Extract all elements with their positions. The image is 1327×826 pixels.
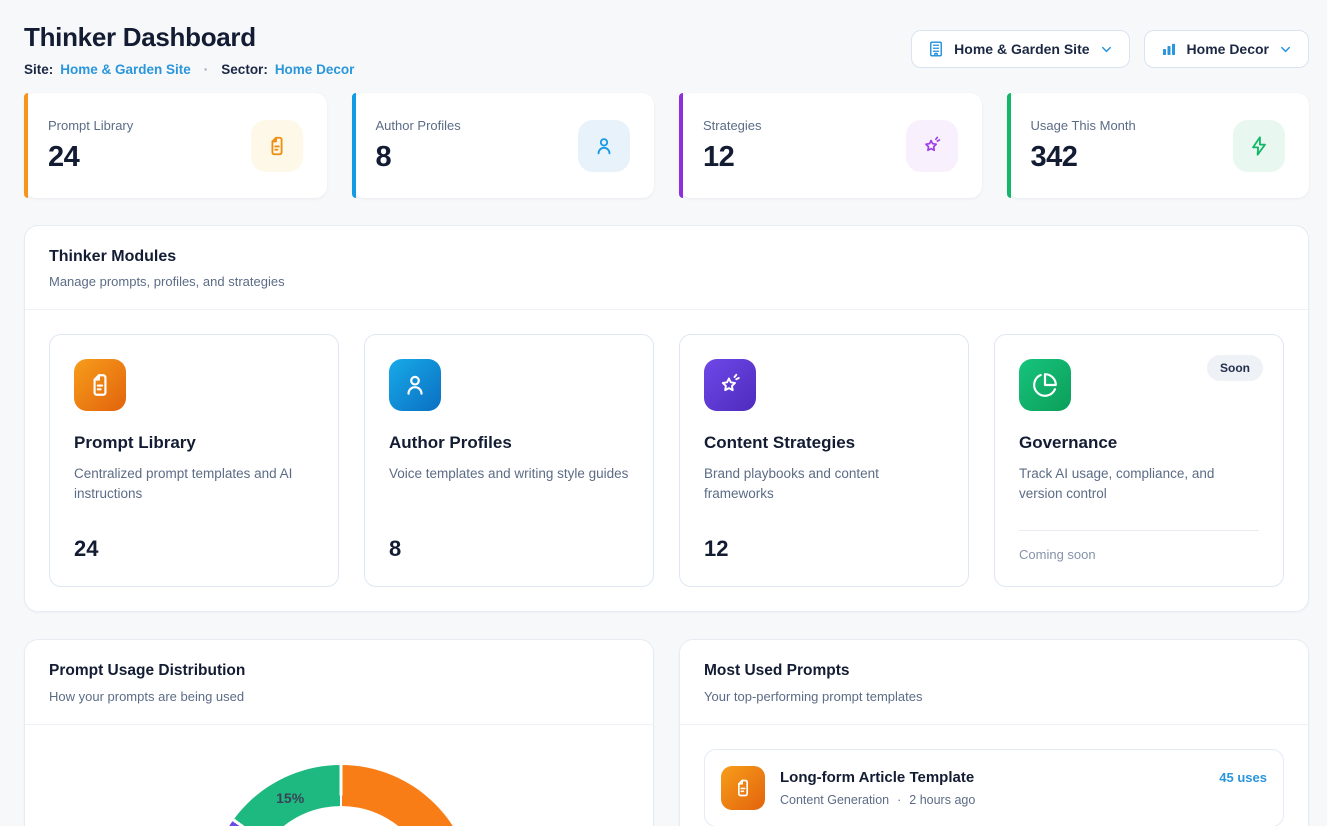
sparkle-star-icon — [906, 120, 958, 172]
prompts-panel-header: Most Used Prompts Your top-performing pr… — [680, 640, 1308, 725]
stat-card-prompt-library: Prompt Library 24 — [24, 93, 327, 198]
stat-value: 8 — [376, 141, 461, 174]
module-card-prompt-library[interactable]: Prompt Library Centralized prompt templa… — [49, 334, 339, 587]
stat-label: Prompt Library — [48, 118, 133, 133]
module-card-governance[interactable]: Soon Governance Track AI usage, complian… — [994, 334, 1284, 587]
module-description: Centralized prompt templates and AI inst… — [74, 464, 314, 505]
document-icon — [721, 766, 765, 810]
document-icon — [74, 359, 126, 411]
module-title: Governance — [1019, 433, 1259, 453]
stat-label: Author Profiles — [376, 118, 461, 133]
user-icon — [389, 359, 441, 411]
usage-panel-header: Prompt Usage Distribution How your promp… — [25, 640, 653, 725]
stats-row: Prompt Library 24 Author Profiles 8 Stra… — [24, 93, 1309, 198]
prompt-time: 2 hours ago — [909, 793, 975, 807]
most-used-prompts-panel: Most Used Prompts Your top-performing pr… — [679, 639, 1309, 826]
site-link[interactable]: Home & Garden Site — [60, 62, 191, 77]
donut-chart-area: 15% — [25, 725, 653, 826]
document-icon — [251, 120, 303, 172]
usage-panel-title: Prompt Usage Distribution — [49, 662, 629, 680]
module-title: Author Profiles — [389, 433, 629, 453]
prompts-panel-subtitle: Your top-performing prompt templates — [704, 689, 1284, 704]
header-actions: Home & Garden Site Home Decor — [911, 30, 1309, 68]
sparkle-star-icon — [704, 359, 756, 411]
prompt-list-item[interactable]: Long-form Article Template Content Gener… — [704, 749, 1284, 826]
sector-label: Sector: — [221, 62, 268, 77]
site-label: Site: — [24, 62, 53, 77]
divider — [1019, 530, 1259, 531]
prompt-usage-panel: Prompt Usage Distribution How your promp… — [24, 639, 654, 826]
prompt-title: Long-form Article Template — [780, 769, 1204, 786]
donut-hole — [249, 806, 433, 826]
stat-label: Strategies — [703, 118, 762, 133]
sector-selector-label: Home Decor — [1187, 41, 1269, 57]
modules-subtitle: Manage prompts, profiles, and strategies — [49, 274, 1284, 289]
stat-label: Usage This Month — [1031, 118, 1136, 133]
thinker-modules-section: Thinker Modules Manage prompts, profiles… — [24, 225, 1309, 612]
site-selector-button[interactable]: Home & Garden Site — [911, 30, 1129, 68]
chevron-down-icon — [1099, 42, 1114, 57]
bottom-row: Prompt Usage Distribution How your promp… — [24, 639, 1309, 826]
user-icon — [578, 120, 630, 172]
chevron-down-icon — [1278, 42, 1293, 57]
dashboard-page: Thinker Dashboard Site: Home & Garden Si… — [0, 0, 1327, 826]
stat-value: 12 — [703, 141, 762, 174]
donut-chart: 15% — [208, 765, 474, 826]
module-count: 24 — [74, 536, 314, 562]
module-card-author-profiles[interactable]: Author Profiles Voice templates and writ… — [364, 334, 654, 587]
sector-selector-button[interactable]: Home Decor — [1144, 30, 1309, 68]
page-title: Thinker Dashboard — [24, 22, 354, 53]
stat-card-strategies: Strategies 12 — [679, 93, 982, 198]
stat-value: 342 — [1031, 141, 1136, 174]
modules-title: Thinker Modules — [49, 248, 1284, 266]
stat-card-author-profiles: Author Profiles 8 — [352, 93, 655, 198]
module-title: Prompt Library — [74, 433, 314, 453]
module-title: Content Strategies — [704, 433, 944, 453]
bar-chart-icon — [1160, 40, 1178, 58]
modules-header: Thinker Modules Manage prompts, profiles… — [25, 226, 1308, 310]
stat-card-usage: Usage This Month 342 — [1007, 93, 1310, 198]
header-left: Thinker Dashboard Site: Home & Garden Si… — [24, 22, 354, 77]
coming-soon-text: Coming soon — [1019, 547, 1259, 562]
sector-link[interactable]: Home Decor — [275, 62, 355, 77]
modules-grid: Prompt Library Centralized prompt templa… — [25, 310, 1308, 611]
prompt-list: Long-form Article Template Content Gener… — [680, 725, 1308, 826]
prompts-panel-title: Most Used Prompts — [704, 662, 1284, 680]
prompt-category: Content Generation — [780, 793, 889, 807]
module-count: 12 — [704, 536, 944, 562]
donut-percent-label: 15% — [276, 790, 304, 806]
zap-icon — [1233, 120, 1285, 172]
module-count: 8 — [389, 536, 629, 562]
prompt-uses-count: 45 uses — [1219, 770, 1267, 785]
module-card-content-strategies[interactable]: Content Strategies Brand playbooks and c… — [679, 334, 969, 587]
site-selector-label: Home & Garden Site — [954, 41, 1089, 57]
prompt-meta: Content Generation · 2 hours ago — [780, 793, 1204, 807]
breadcrumb: Site: Home & Garden Site · Sector: Home … — [24, 62, 354, 77]
module-description: Track AI usage, compliance, and version … — [1019, 464, 1259, 505]
stat-value: 24 — [48, 141, 133, 174]
building-icon — [927, 40, 945, 58]
soon-badge: Soon — [1207, 355, 1263, 381]
module-description: Voice templates and writing style guides — [389, 464, 629, 484]
separator-dot: · — [897, 793, 901, 807]
module-description: Brand playbooks and content frameworks — [704, 464, 944, 505]
separator-dot: · — [204, 62, 209, 77]
pie-chart-icon — [1019, 359, 1071, 411]
usage-panel-subtitle: How your prompts are being used — [49, 689, 629, 704]
page-header: Thinker Dashboard Site: Home & Garden Si… — [24, 22, 1309, 77]
